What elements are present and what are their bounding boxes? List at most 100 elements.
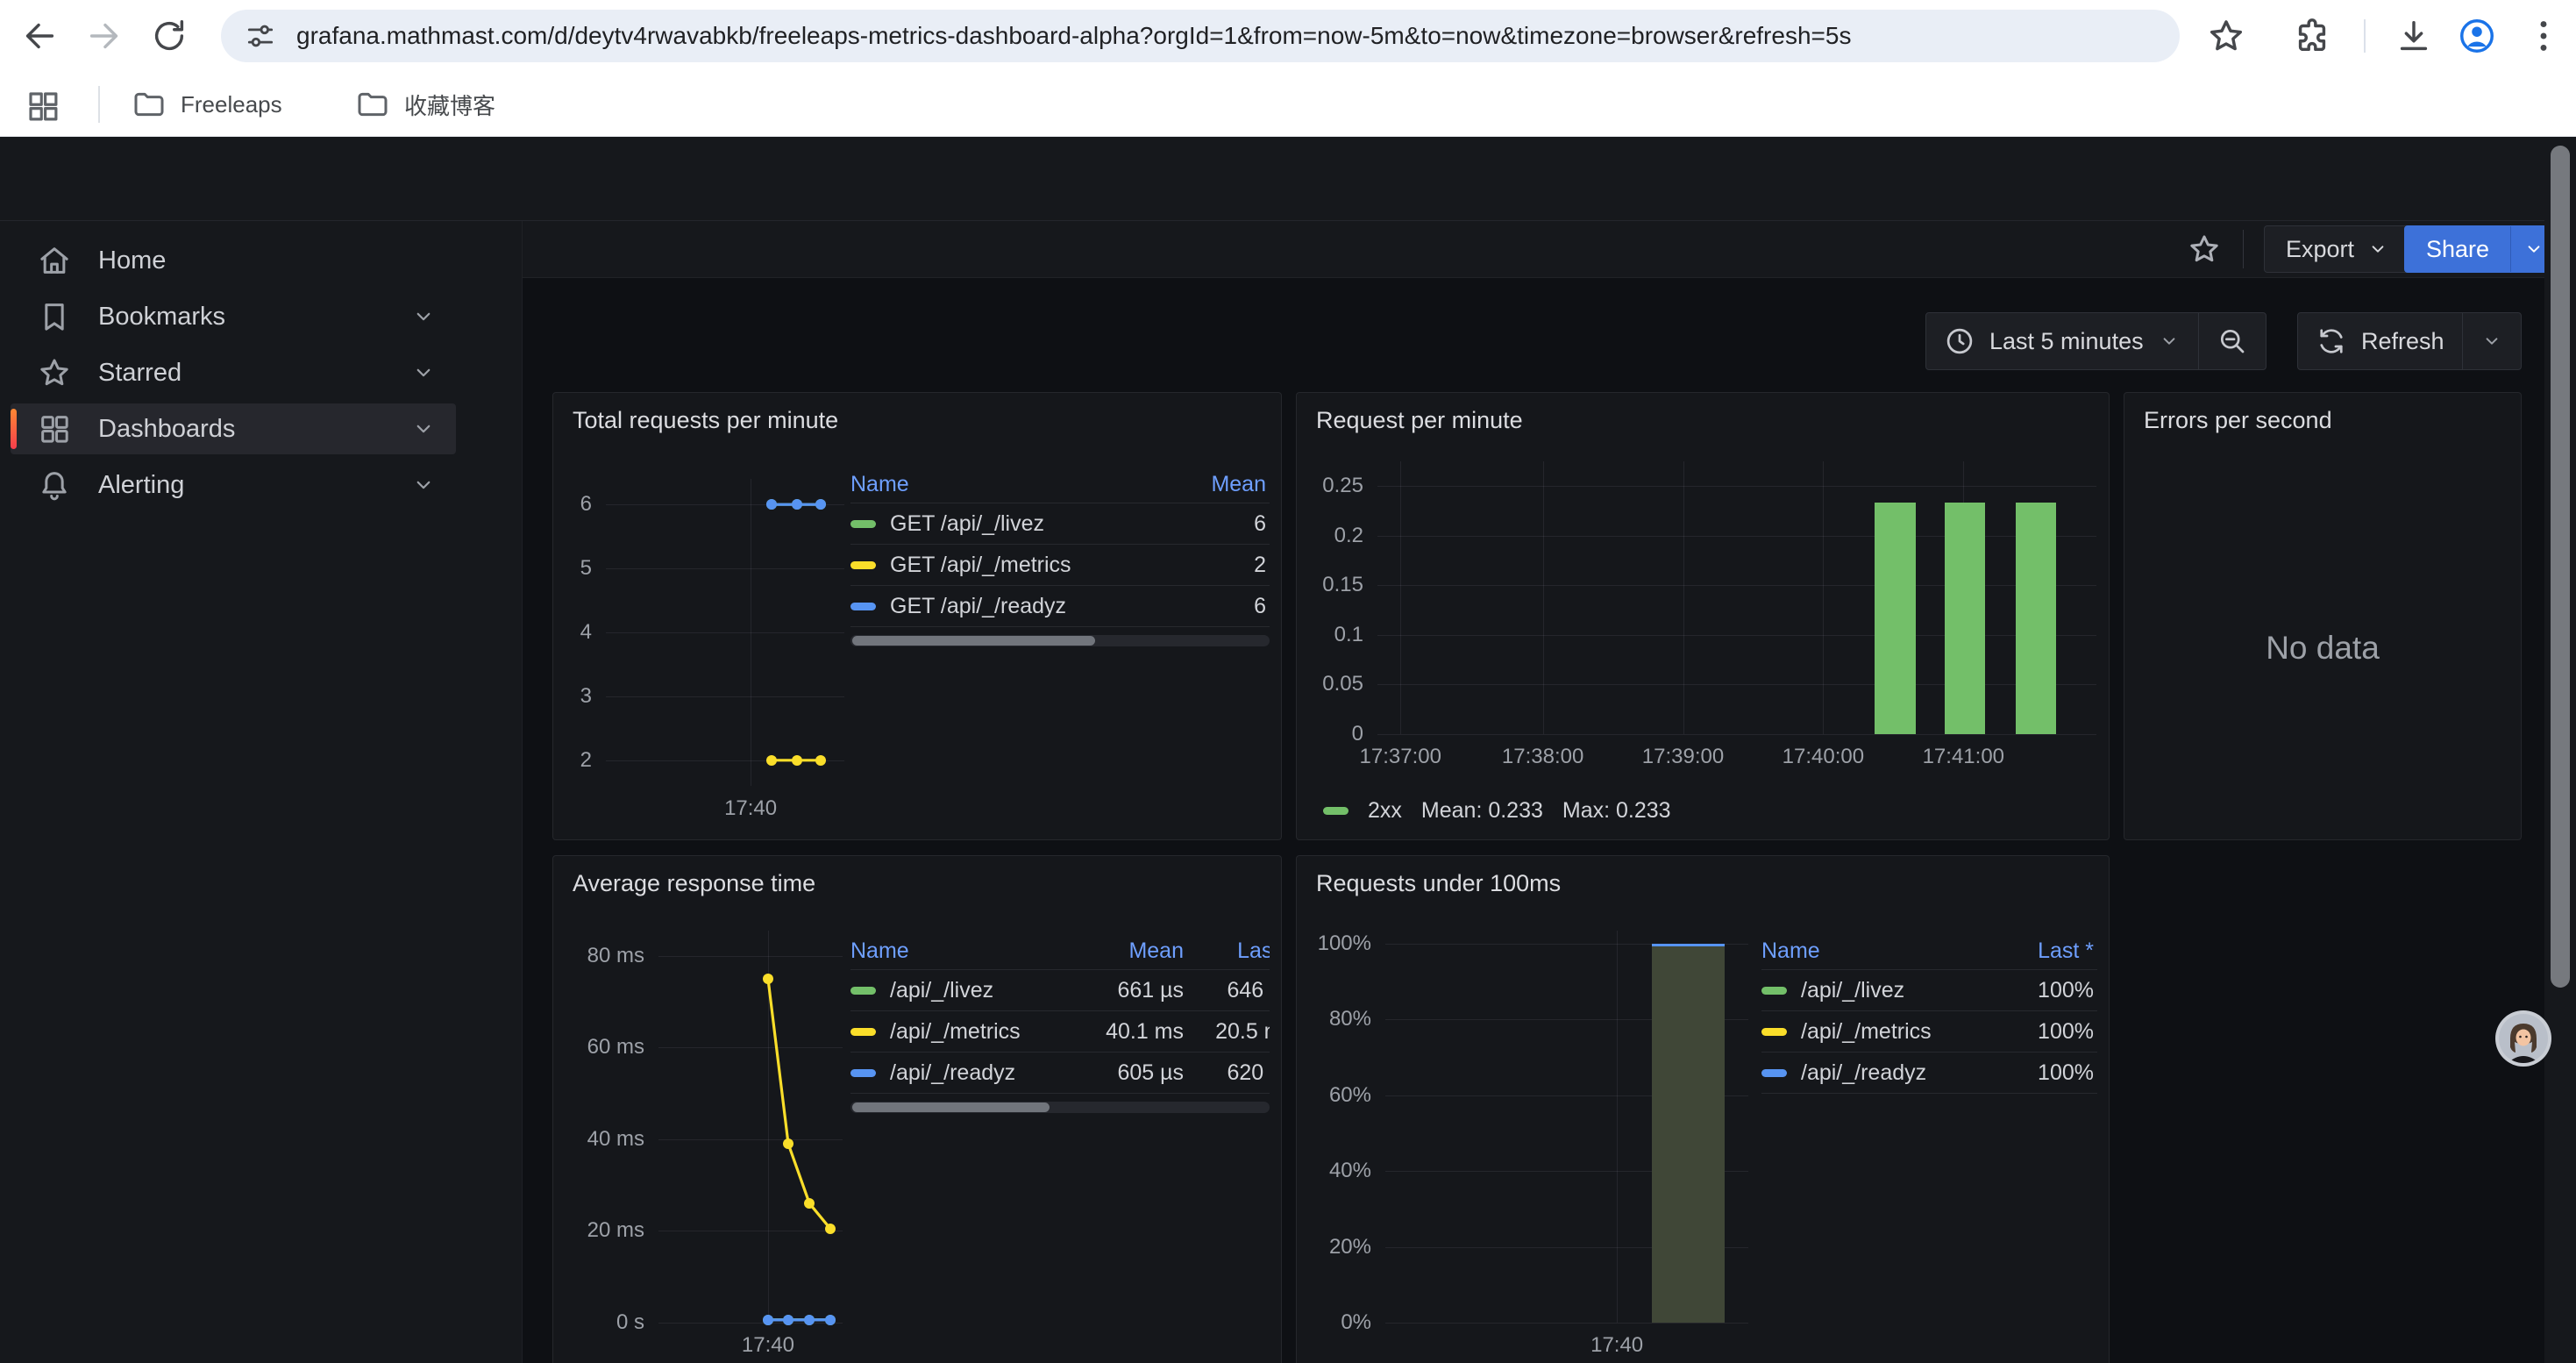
page-scrollbar[interactable] [2544,137,2576,1363]
area-chart[interactable]: 100%80%60%40%20%0%17:40 [1385,931,1748,1323]
back-icon[interactable] [19,16,60,56]
legend-header: NameLast * [1761,933,2097,970]
url-text: grafana.mathmast.com/d/deytv4rwavabkb/fr… [296,22,1851,50]
legend-column-header[interactable]: Name [850,938,1057,964]
gridline [658,1323,843,1324]
legend-table: NameLast * /api/_/livez 100% /api/_/metrics… [1761,933,2097,1094]
refresh-button[interactable]: Refresh [2298,313,2462,369]
series-color-chip[interactable] [1761,1069,1787,1077]
forward-icon[interactable] [84,16,125,56]
sidebar-item-home[interactable]: Home [11,235,456,286]
download-icon[interactable] [2394,16,2434,56]
series-color-chip[interactable] [850,561,876,569]
legend-max: Max: 0.233 [1562,798,1671,824]
time-range-picker[interactable]: Last 5 minutes [1925,312,2266,370]
series-name[interactable]: GET /api/_/livez [890,511,1044,537]
panel-title[interactable]: Total requests per minute [573,407,838,434]
zoom-out-icon [2217,325,2248,357]
legend-value: 605 µs [1057,1060,1184,1086]
chevron-down-icon[interactable] [410,472,437,498]
series-color-chip[interactable] [850,1069,876,1077]
y-axis-label: 80% [1329,1007,1371,1031]
legend-scrollbar[interactable] [850,635,1270,646]
series-name[interactable]: GET /api/_/readyz [890,594,1066,619]
x-axis-label: 17:40 [724,796,777,821]
data-point [815,755,826,766]
sidebar-item-starred[interactable]: Starred [11,347,456,398]
time-series-chart[interactable]: 80 ms60 ms40 ms20 ms0 s17:40 [658,931,843,1323]
panel-title[interactable]: Requests under 100ms [1316,870,1561,897]
scrollbar-thumb[interactable] [852,1103,1050,1112]
bookmark-star-icon[interactable] [2206,16,2246,56]
url-bar[interactable]: grafana.mathmast.com/d/deytv4rwavabkb/fr… [221,10,2180,62]
clock-icon [1944,325,1975,357]
chevron-down-icon[interactable] [410,416,437,442]
site-info-icon[interactable] [244,19,277,53]
sidebar-item-bookmarks[interactable]: Bookmarks [11,291,456,342]
series-name[interactable]: /api/_/metrics [890,1019,1021,1045]
chevron-down-icon [2480,330,2503,353]
sidebar-item-alerting[interactable]: Alerting [11,460,456,510]
time-range-button[interactable]: Last 5 minutes [1926,313,2198,369]
series-name[interactable]: 2xx [1368,798,1402,824]
y-axis-label: 100% [1318,931,1371,956]
sidebar-item-dashboards[interactable]: Dashboards [11,403,456,454]
export-button[interactable]: Export [2264,225,2411,273]
series-color-chip[interactable] [1761,987,1787,995]
grafana-nav: Grafana Home›Dashboards›Freeleaps Metric… [0,137,2576,221]
scrollbar-thumb[interactable] [2551,146,2570,988]
profile-icon[interactable] [2457,16,2497,56]
series-name[interactable]: /api/_/livez [890,978,993,1003]
legend-column-header[interactable]: Last * [1979,938,2094,964]
refresh-controls[interactable]: Refresh [2297,312,2522,370]
panel-title[interactable]: Request per minute [1316,407,1523,434]
zoom-out-button[interactable] [2199,313,2266,369]
panel-title[interactable]: Average response time [573,870,815,897]
favorite-star-icon[interactable] [2187,232,2222,267]
series-color-chip[interactable] [850,987,876,995]
scrollbar-thumb[interactable] [852,636,1095,646]
menu-dots-icon[interactable] [2523,16,2564,56]
series-color-chip[interactable] [850,603,876,610]
legend-scrollbar[interactable] [850,1102,1270,1113]
legend-value: 100% [1979,978,2094,1003]
y-axis-label: 60% [1329,1083,1371,1108]
series-name[interactable]: GET /api/_/metrics [890,553,1071,578]
series-color-chip[interactable] [1323,807,1348,815]
bar-chart[interactable]: 0.250.20.150.10.05017:37:0017:38:0017:39… [1377,461,2096,734]
panel-title[interactable]: Errors per second [2144,407,2332,434]
gridline [1683,461,1684,734]
y-axis-label: 0 [1352,722,1363,746]
data-point [766,499,777,510]
legend-column-header[interactable]: Mean [1057,938,1184,964]
series-name[interactable]: /api/_/livez [1801,978,1904,1003]
apps-grid-icon[interactable] [25,88,61,125]
bookmark-folder[interactable]: Freeleaps [132,82,282,126]
legend-column-header[interactable]: Name [850,472,1142,497]
reload-icon[interactable] [149,16,189,56]
chevron-down-icon [2523,238,2545,260]
series-color-chip[interactable] [1761,1028,1787,1036]
series-name[interactable]: /api/_/readyz [890,1060,1015,1086]
legend-column-header[interactable]: Last * [1184,938,1270,964]
gridline [1823,461,1824,734]
extensions-icon[interactable] [2292,16,2332,56]
bookmark-folder[interactable]: 收藏博客 [355,82,495,126]
refresh-interval-button[interactable] [2463,313,2521,369]
gridline [1377,585,2096,586]
legend-table: NameMeanLast */api/_/livez661 µs646 µs/a… [850,933,1270,1113]
series-name[interactable]: /api/_/readyz [1801,1060,1926,1086]
time-series-chart[interactable]: 6543217:40 [606,479,844,786]
share-button[interactable]: Share [2404,225,2557,273]
legend-column-header[interactable]: Mean [1142,472,1266,497]
legend-header: NameMean [850,467,1270,503]
chevron-down-icon[interactable] [410,360,437,386]
assistant-avatar[interactable] [2495,1010,2551,1067]
chevron-down-icon[interactable] [410,303,437,330]
legend-header: NameMeanLast * [850,933,1270,970]
series-color-chip[interactable] [850,520,876,528]
legend-column-header[interactable]: Name [1761,938,1979,964]
series-color-chip[interactable] [850,1028,876,1036]
gridline [1377,684,2096,685]
series-name[interactable]: /api/_/metrics [1801,1019,1932,1045]
